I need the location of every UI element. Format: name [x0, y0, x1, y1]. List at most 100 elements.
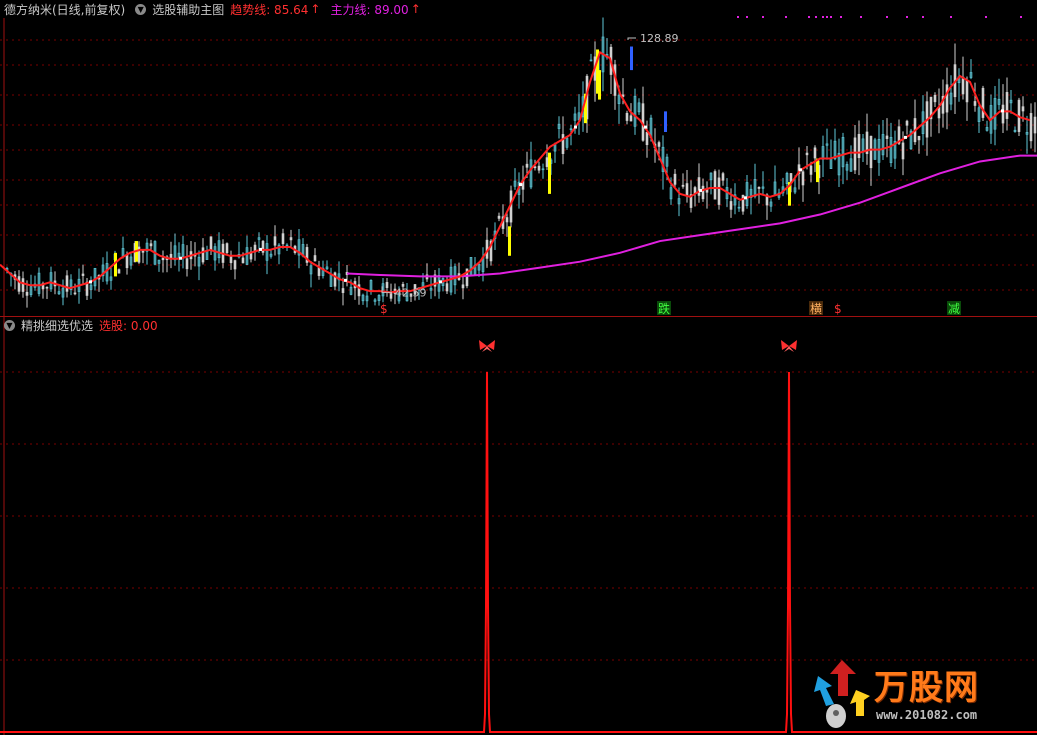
buy-marker-2: $ — [834, 302, 842, 316]
indicator-menu-icon[interactable]: ▼ — [135, 3, 147, 15]
top-signal-dot — [785, 16, 787, 18]
candle-body — [813, 147, 817, 159]
yellow-signal-bar — [598, 70, 601, 100]
sub-value-legend: 选股: 0.00 — [99, 318, 158, 333]
candle-body — [229, 255, 233, 264]
candle-body — [857, 133, 861, 159]
trend-dot — [519, 183, 522, 187]
signal-die: 跌 — [658, 301, 670, 316]
candle-body — [533, 166, 537, 169]
signal-jian: 减 — [948, 302, 960, 316]
yellow-signal-bar — [548, 152, 551, 194]
main-line-legend: 主力线: 89.00 — [330, 2, 409, 17]
trend-dot — [644, 125, 647, 129]
candle-body — [681, 184, 685, 187]
trend-dot — [179, 256, 182, 260]
candle-body — [225, 243, 229, 253]
candle-body — [273, 236, 277, 246]
candle-body — [629, 115, 633, 122]
top-signal-dot — [815, 16, 817, 18]
sub-title-bar: ▼ 精挑细选优选 选股: 0.00 — [0, 316, 164, 334]
candle-body — [905, 120, 909, 126]
top-signal-dot — [822, 16, 824, 18]
candle-body — [201, 247, 205, 263]
candle-body — [525, 163, 529, 168]
trend-dot — [259, 247, 262, 251]
signal-zhang: 横 — [810, 302, 822, 316]
top-signal-dot — [922, 16, 924, 18]
candle-body — [241, 257, 245, 264]
trend-dot — [904, 135, 907, 139]
trend-line-legend: 趋势线: 85.64 — [230, 2, 309, 17]
candle-body — [1001, 104, 1005, 124]
candle-body — [317, 267, 321, 276]
candle-body — [21, 278, 25, 292]
candle-body — [17, 276, 21, 292]
candle-body — [505, 217, 509, 223]
watermark-bull-icon — [814, 660, 870, 728]
candle-body — [645, 132, 649, 146]
candle-body — [561, 134, 565, 154]
watermark-brand: 万股网 — [874, 668, 979, 708]
candle-body — [117, 269, 121, 274]
yellow-signal-bar — [508, 226, 511, 256]
main-arrow-icon: ↑ — [410, 2, 421, 16]
candle-body — [385, 282, 389, 288]
main-title-bar: 德方纳米(日线,前复权) ▼ 选股辅助主图 趋势线: 85.64 ↑ 主力线: … — [0, 0, 427, 18]
candle-body — [313, 255, 317, 262]
candle-body — [853, 137, 857, 171]
candle-body — [625, 112, 629, 121]
candle-body — [805, 152, 809, 156]
high-price-label: 128.89 — [640, 32, 679, 45]
blue-signal-bar — [664, 111, 667, 132]
top-signal-dot — [950, 16, 952, 18]
trend-dot — [744, 196, 747, 200]
candle-body — [789, 173, 793, 182]
candle-body — [1029, 113, 1033, 142]
candle-body — [1033, 116, 1037, 134]
candle-body — [917, 135, 921, 141]
candle-body — [981, 87, 985, 118]
trend-dot — [344, 278, 347, 282]
candle-body — [461, 284, 465, 289]
candle-body — [125, 255, 129, 269]
top-signal-dot — [830, 16, 832, 18]
watermark-url: www.201082.com — [876, 708, 978, 722]
sub-indicator-menu-icon[interactable]: ▼ — [4, 319, 15, 331]
top-signal-dot — [906, 16, 908, 18]
candle-body — [209, 236, 213, 250]
candle-body — [445, 283, 449, 292]
candle-body — [81, 273, 85, 276]
candle-body — [185, 258, 189, 270]
indicator-name: 选股辅助主图 — [152, 2, 225, 17]
candle-body — [389, 292, 393, 299]
top-signal-dot — [737, 16, 739, 18]
top-signal-dot — [860, 16, 862, 18]
trend-dot — [574, 125, 577, 129]
candle-body — [65, 275, 69, 292]
candle-body — [717, 177, 721, 205]
candle-body — [1005, 92, 1009, 119]
main-chart-svg[interactable]: 128.89 42.59 $ $ 跌 横 减 — [0, 0, 1037, 316]
candle-body — [333, 272, 337, 287]
candle-body — [809, 165, 813, 175]
trend-dot — [439, 280, 442, 284]
candle-body — [701, 185, 705, 200]
top-signal-dot — [762, 16, 764, 18]
trend-dot — [89, 280, 92, 284]
main-chart-panel[interactable]: 128.89 42.59 $ $ 跌 横 减 德方纳米(日线,前复权) ▼ 选股辅助主图 趋… — [0, 0, 1037, 316]
candle-body — [757, 186, 761, 189]
top-signal-dot — [808, 16, 810, 18]
buy-marker-1: $ — [380, 302, 388, 316]
trend-dot — [699, 188, 702, 192]
watermark-logo: 万股网 www.201082.com — [812, 656, 1032, 732]
candle-body — [901, 142, 905, 160]
trend-arrow-icon: ↑ — [310, 2, 321, 16]
top-signal-dot — [826, 16, 828, 18]
candle-body — [341, 288, 345, 293]
trend-dot — [1001, 109, 1004, 113]
candle-body — [161, 257, 165, 261]
main-force-line — [346, 154, 1037, 278]
candle-body — [869, 135, 873, 169]
candle-body — [801, 171, 805, 186]
